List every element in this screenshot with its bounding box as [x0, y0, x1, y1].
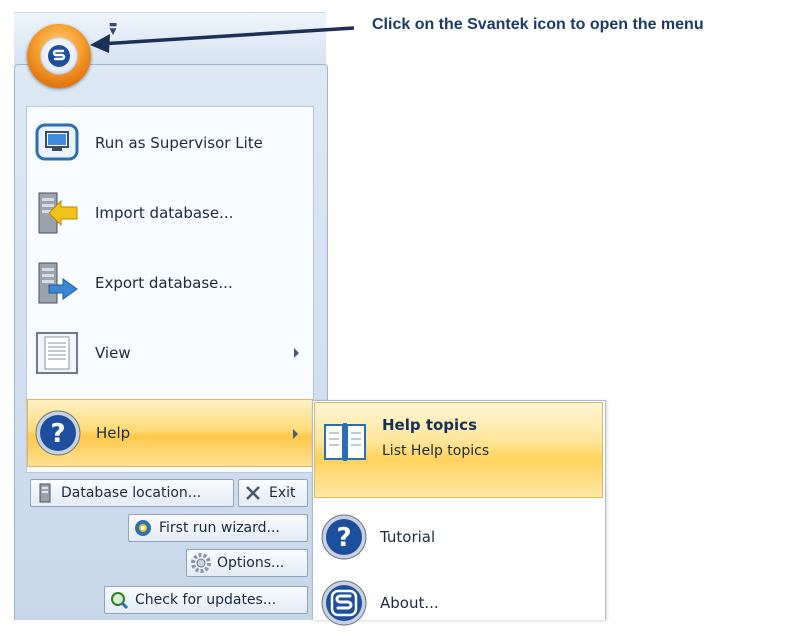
menu-item-help[interactable]: ? Help: [27, 399, 313, 467]
button-label: Check for updates...: [135, 592, 277, 608]
menu-item-label: Help: [96, 424, 131, 442]
help-topics-title: Help topics: [382, 416, 478, 434]
submenu-item-tutorial[interactable]: ? Tutorial: [314, 505, 603, 569]
help-submenu: Help topics List Help topics ? Tutorial …: [312, 400, 606, 626]
help-topics-description: List Help topics: [382, 443, 490, 459]
button-label: Options...: [217, 555, 285, 571]
svantek-menu-orb[interactable]: [27, 24, 91, 88]
database-icon: [35, 483, 55, 503]
submenu-item-label: Tutorial: [380, 528, 436, 546]
menu-item-label: Run as Supervisor Lite: [95, 134, 263, 152]
gear-icon: [191, 553, 211, 573]
menu-item-label: View: [95, 344, 131, 362]
menu-item-label: Import database...: [95, 204, 234, 222]
button-label: First run wizard...: [159, 520, 280, 536]
monitor-icon: [33, 119, 81, 167]
application-menu-items: Run as Supervisor Lite Import database..…: [26, 106, 314, 473]
help-icon: ?: [320, 513, 368, 561]
button-label: Database location...: [61, 485, 202, 501]
submenu-item-help-topics[interactable]: Help topics List Help topics: [314, 402, 603, 498]
menu-item-export-database[interactable]: Export database...: [27, 251, 313, 315]
svantek-logo-icon: [320, 579, 368, 627]
close-icon: [243, 483, 263, 503]
menu-item-run-supervisor-lite[interactable]: Run as Supervisor Lite: [27, 111, 313, 175]
svg-text:?: ?: [336, 523, 351, 553]
menu-item-label: Export database...: [95, 274, 233, 292]
submenu-arrow-icon: [293, 429, 298, 439]
submenu-item-about[interactable]: About...: [314, 571, 603, 635]
exit-button[interactable]: Exit: [238, 479, 308, 507]
options-button[interactable]: Options...: [186, 549, 308, 577]
wizard-gear-icon: [133, 518, 153, 538]
help-book-icon: [321, 417, 369, 465]
menu-item-import-database[interactable]: Import database...: [27, 181, 313, 245]
check-for-updates-button[interactable]: Check for updates...: [104, 586, 308, 614]
submenu-arrow-icon: [294, 348, 299, 358]
database-location-button[interactable]: Database location...: [30, 479, 234, 507]
export-database-icon: [33, 259, 81, 307]
submenu-item-label: About...: [380, 594, 439, 612]
svg-text:?: ?: [50, 419, 65, 449]
view-document-icon: [33, 329, 81, 377]
import-database-icon: [33, 189, 81, 237]
first-run-wizard-button[interactable]: First run wizard...: [128, 514, 308, 542]
help-icon: ?: [34, 409, 82, 457]
button-label: Exit: [269, 485, 296, 501]
annotation-text: Click on the Svantek icon to open the me…: [372, 16, 704, 33]
search-update-icon: [109, 590, 129, 610]
annotation-arrow: [90, 26, 355, 53]
svantek-logo-icon: [40, 37, 78, 75]
menu-item-view[interactable]: View: [27, 321, 313, 385]
